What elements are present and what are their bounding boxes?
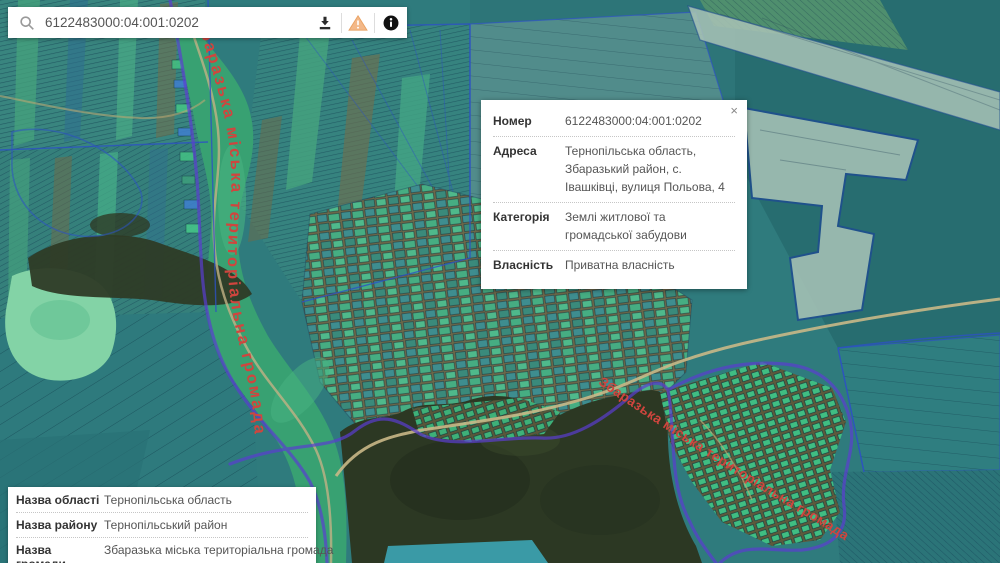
search-actions <box>309 7 407 38</box>
warning-button[interactable] <box>342 7 374 38</box>
field-label: Власність <box>493 258 554 272</box>
info-icon <box>383 15 399 30</box>
download-button[interactable] <box>309 7 341 38</box>
search-bar <box>8 7 407 38</box>
region-row-raion: Назва району Тернопільський район <box>16 513 308 538</box>
region-row-hromada: Назва громади Збаразька міська територіа… <box>16 538 333 563</box>
field-value: Приватна власність <box>565 258 675 272</box>
popup-row-number: Номер 6122483000:04:001:0202 <box>493 107 735 137</box>
popup-row-category: Категорія Землі житлової та громадської … <box>493 203 735 251</box>
field-value: Тернопільська область, Збаразький район,… <box>565 144 725 194</box>
popup-row-address: Адреса Тернопільська область, Збаразький… <box>493 137 735 203</box>
region-label: Назва області <box>16 493 100 507</box>
region-value: Тернопільський район <box>104 518 228 532</box>
field-value: Землі житлової та громадської забудови <box>565 210 687 242</box>
region-label: Назва району <box>16 518 98 532</box>
field-value: 6122483000:04:001:0202 <box>565 114 702 128</box>
region-info-panel: Назва області Тернопільська область Назв… <box>8 487 333 563</box>
info-button[interactable] <box>375 7 407 38</box>
popup-row-ownership: Власність Приватна власність <box>493 251 735 280</box>
field-label: Категорія <box>493 210 550 224</box>
warning-icon <box>348 14 368 31</box>
field-label: Адреса <box>493 144 537 158</box>
parcel-info-popup: × Номер 6122483000:04:001:0202 Адреса Те… <box>481 100 747 289</box>
region-row-oblast: Назва області Тернопільська область <box>16 488 308 513</box>
search-input[interactable] <box>45 15 309 30</box>
popup-close-button[interactable]: × <box>728 102 740 119</box>
region-value: Збаразька міська територіальна громада <box>104 543 334 557</box>
region-label: Назва громади <box>16 543 66 563</box>
region-value: Тернопільська область <box>104 493 232 507</box>
cadastral-map-app: Збаразька міська територіальна громада З… <box>0 0 1000 563</box>
field-label: Номер <box>493 114 532 128</box>
search-icon <box>20 15 34 30</box>
download-icon <box>319 16 331 29</box>
